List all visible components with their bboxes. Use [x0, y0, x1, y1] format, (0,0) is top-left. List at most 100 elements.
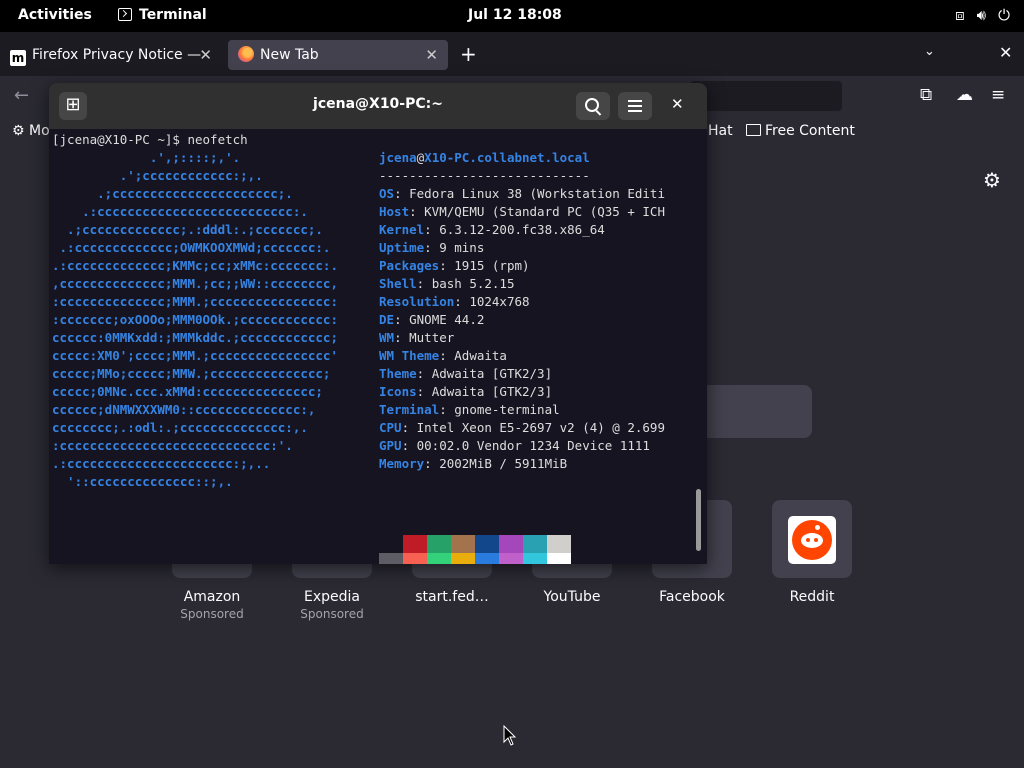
info-value: : Intel Xeon E5-2697 v2 (4) @ 2.699 — [401, 420, 665, 435]
info-value: : Adwaita — [439, 348, 507, 363]
network-icon[interactable]: ⧈ — [955, 6, 965, 24]
shortcut-sponsored-label: Sponsored — [300, 607, 364, 621]
gear-icon: ⚙ — [12, 123, 25, 139]
terminal-app-icon — [118, 8, 132, 21]
ascii-art-line: .;cccccccccccccccccccccc;. — [52, 186, 293, 201]
info-key: Kernel — [379, 222, 425, 237]
info-value: : 00:02.0 Vendor 1234 Device 1111 — [401, 438, 650, 453]
info-key: Theme — [379, 366, 417, 381]
window-close-icon[interactable]: ✕ — [999, 43, 1012, 62]
ascii-art-line: ,cccccccccccccc;MMM.;cc;;WW::cccccccc, — [52, 276, 338, 291]
tab-new-tab[interactable]: New Tab ✕ — [228, 40, 448, 70]
info-key: GPU — [379, 438, 402, 453]
palette-swatch — [475, 553, 499, 564]
extensions-icon[interactable]: ⧉ — [920, 85, 932, 105]
ascii-art-line: :cccccccccccccccccccccccccccc:'. — [52, 438, 293, 453]
shortcut-label[interactable]: Amazon — [152, 589, 272, 605]
palette-swatch — [523, 553, 547, 564]
info-line: Host: KVM/QEMU (Standard PC (Q35 + ICH — [379, 203, 665, 221]
list-all-tabs-chevron-icon[interactable]: ⌄ — [924, 44, 935, 59]
info-value: : 6.3.12-200.fc38.x86_64 — [424, 222, 605, 237]
info-line: OS: Fedora Linux 38 (Workstation Editi — [379, 185, 665, 203]
info-key: DE — [379, 312, 395, 327]
palette-swatch — [427, 553, 451, 564]
terminal-search-button[interactable] — [576, 92, 610, 120]
shortcut-label[interactable]: Reddit — [752, 589, 872, 605]
neofetch-separator: ---------------------------- — [379, 168, 590, 183]
info-line: Packages: 1915 (rpm) — [379, 257, 530, 275]
terminal-scrollbar[interactable] — [696, 489, 701, 551]
ascii-art-line: ccccc;MMo;ccccc;MMW.;ccccccccccccccc; — [52, 366, 331, 381]
newtab-search-box[interactable] — [706, 385, 812, 438]
terminal-output[interactable]: [jcena@X10-PC ~]$ neofetch .',;::::;,'. … — [49, 129, 691, 564]
search-icon — [585, 98, 599, 112]
browser-tab-strip: m Firefox Privacy Notice — ✕ New Tab ✕ — [0, 32, 1024, 76]
system-tray[interactable]: ⧈ 🔊︎ ⏻ — [955, 6, 1010, 24]
tab-title: New Tab — [260, 47, 319, 63]
info-line: Uptime: 9 mins — [379, 239, 484, 257]
close-tab-icon[interactable]: ✕ — [425, 40, 438, 70]
volume-icon[interactable]: 🔊︎ — [977, 6, 986, 24]
new-tab-button[interactable]: + — [460, 42, 477, 66]
terminal-header-bar[interactable]: ⊞ jcena@X10-PC:~ ✕ — [49, 83, 707, 129]
shortcut-label[interactable]: Facebook — [632, 589, 752, 605]
power-icon[interactable]: ⏻ — [998, 6, 1010, 24]
back-arrow-icon[interactable]: ← — [14, 85, 29, 106]
ascii-art-line: ccccc:XM0';cccc;MMM.;cccccccccccccccc' — [52, 348, 338, 363]
folder-icon — [746, 124, 761, 136]
info-line: Kernel: 6.3.12-200.fc38.x86_64 — [379, 221, 605, 239]
info-key: Packages — [379, 258, 440, 273]
close-tab-icon[interactable]: ✕ — [199, 40, 212, 70]
accounts-icon[interactable]: ☁ — [956, 85, 973, 105]
mozilla-favicon-icon: m — [10, 50, 26, 66]
palette-swatch — [523, 535, 547, 553]
shortcut-label[interactable]: Expedia — [272, 589, 392, 605]
info-line: WM: Mutter — [379, 329, 454, 347]
bookmark-folder-free-content[interactable]: Free Content — [746, 123, 855, 139]
ascii-art-line: '::cccccccccccccc::;,. — [52, 474, 233, 489]
info-key: CPU — [379, 420, 402, 435]
palette-swatch — [379, 553, 403, 564]
newtab-settings-gear-icon[interactable]: ⚙ — [983, 168, 1001, 192]
terminal-menu-button[interactable] — [618, 92, 652, 120]
tab-privacy-notice[interactable]: m Firefox Privacy Notice — ✕ — [0, 40, 222, 70]
app-menu-label: Terminal — [139, 7, 207, 23]
palette-swatch — [499, 535, 523, 553]
info-key: OS — [379, 186, 395, 201]
info-line: DE: GNOME 44.2 — [379, 311, 484, 329]
bookmark-most-visited[interactable]: ⚙ Mo — [12, 123, 50, 139]
shortcut-label[interactable]: start.fed… — [392, 589, 512, 605]
ascii-art-line: .',;::::;,'. — [52, 150, 241, 165]
terminal-window[interactable]: ⊞ jcena@X10-PC:~ ✕ [jcena@X10-PC ~]$ neo… — [49, 83, 707, 564]
info-value: : 1915 (rpm) — [439, 258, 530, 273]
palette-swatch — [451, 553, 475, 564]
shortcut-sponsored-label: Sponsored — [180, 607, 244, 621]
activities-button[interactable]: Activities — [18, 7, 92, 23]
ascii-art-line: :ccccccc;oxOOOo;MMM0OOk.;cccccccccccc: — [52, 312, 338, 327]
terminal-close-icon[interactable]: ✕ — [671, 95, 684, 113]
palette-swatch — [403, 553, 427, 564]
info-key: Uptime — [379, 240, 425, 255]
info-key: Terminal — [379, 402, 440, 417]
ascii-art-line: cccccc:0MMKxdd:;MMMkddc.;cccccccccccc; — [52, 330, 338, 345]
info-value: : 1024x768 — [454, 294, 530, 309]
info-value: : KVM/QEMU (Standard PC (Q35 + ICH — [409, 204, 665, 219]
hamburger-menu-icon[interactable]: ≡ — [991, 85, 1005, 105]
bookmark-red-hat[interactable]: Hat — [708, 123, 733, 139]
info-value: : Adwaita [GTK2/3] — [416, 366, 553, 381]
ascii-art-line: .:ccccccccccccc;OWMKOOXMWd;ccccccc:. — [52, 240, 331, 255]
url-bar[interactable] — [690, 81, 842, 111]
palette-swatch — [499, 553, 523, 564]
info-key: Host — [379, 204, 410, 219]
clock-button[interactable]: Jul 12 18:08 — [468, 7, 562, 23]
ascii-art-line: .:cccccccccccccccccccccccccc:. — [52, 204, 308, 219]
info-line: Theme: Adwaita [GTK2/3] — [379, 365, 552, 383]
app-menu-button[interactable]: Terminal — [118, 7, 207, 23]
info-key: WM Theme — [379, 348, 440, 363]
ascii-art-line: .:cccccccccccccccccccccc:;,.. — [52, 456, 271, 471]
info-value: : bash 5.2.15 — [416, 276, 515, 291]
shortcut-label[interactable]: YouTube — [512, 589, 632, 605]
info-key: Shell — [379, 276, 417, 291]
info-value: : 9 mins — [424, 240, 485, 255]
info-value: : Adwaita [GTK2/3] — [416, 384, 553, 399]
